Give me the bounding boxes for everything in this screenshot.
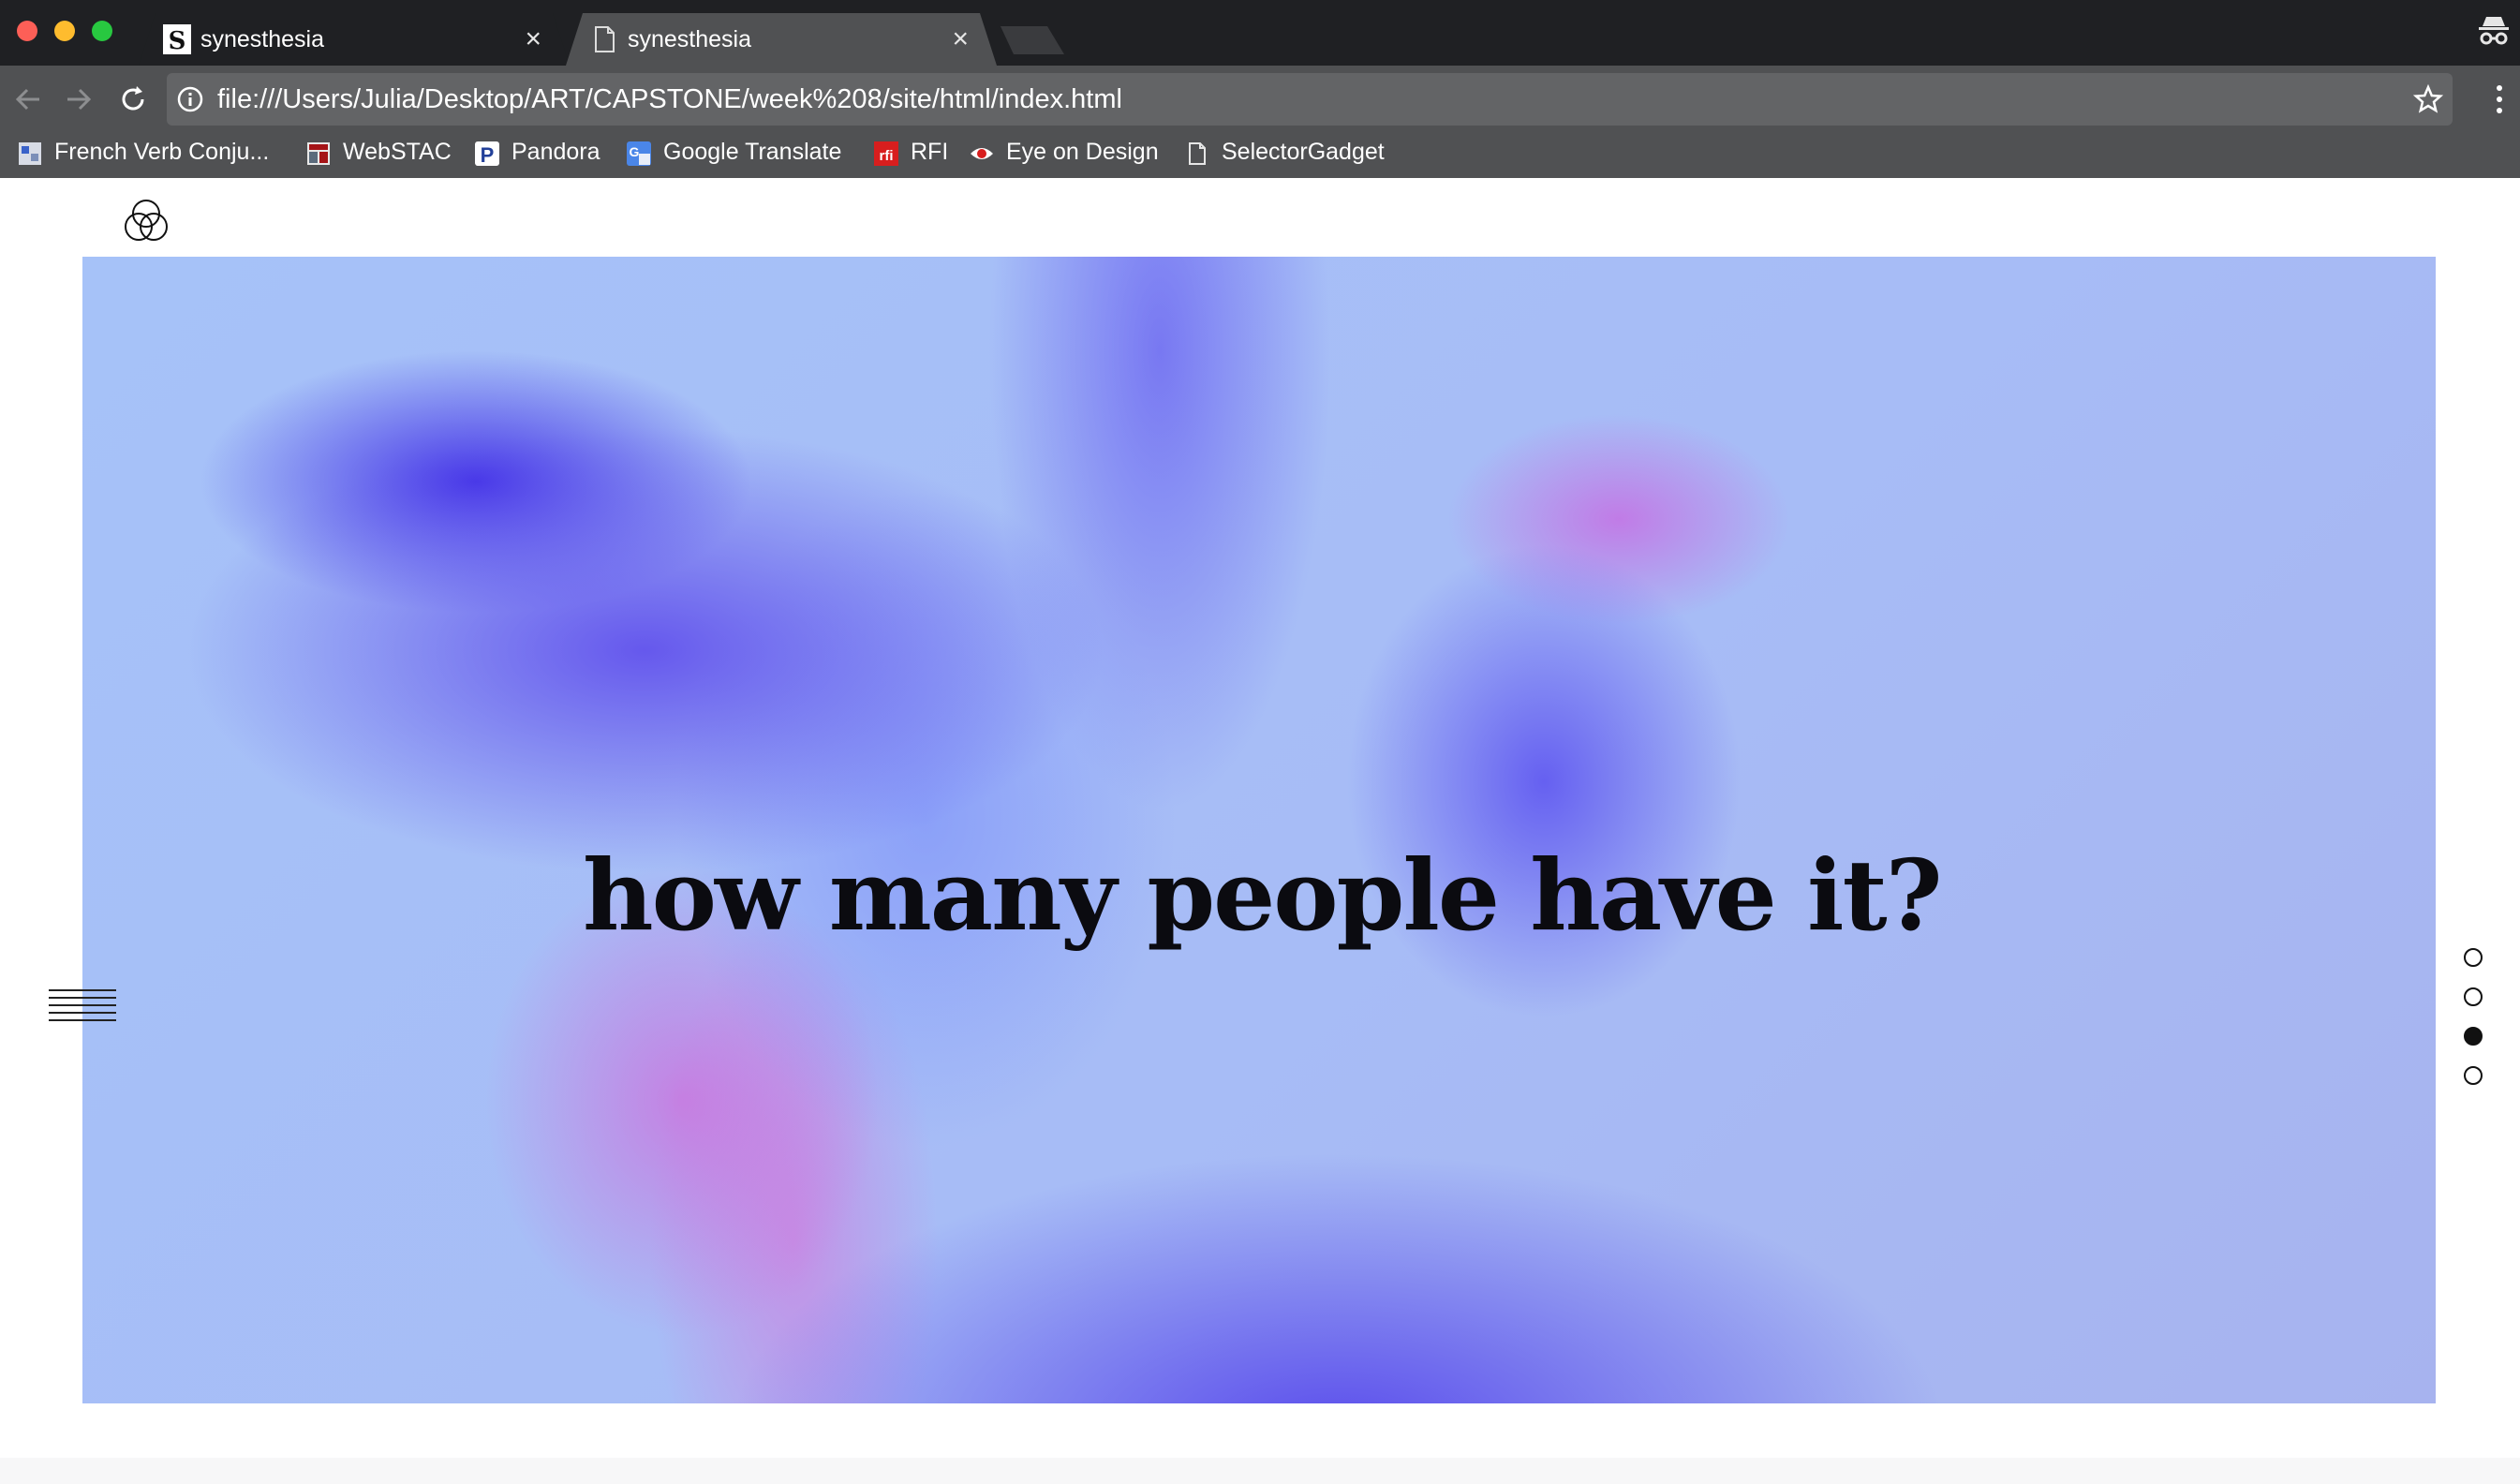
reload-icon[interactable] [116, 82, 150, 116]
eye-icon [971, 148, 993, 159]
browser-tab-2[interactable]: synesthesia × [566, 13, 997, 66]
incognito-icon [2479, 17, 2509, 45]
google-translate-icon: G [627, 141, 651, 166]
close-tab-icon[interactable]: × [952, 13, 969, 66]
hero-headline: how many people have it? [583, 838, 1943, 953]
new-tab-button[interactable] [1001, 26, 1064, 54]
page-icon [595, 26, 615, 52]
web-page: how many people have it? [0, 178, 2520, 1484]
zoom-window-button[interactable] [92, 21, 112, 41]
pagination-dot-4[interactable] [2464, 1066, 2483, 1085]
info-icon[interactable] [176, 85, 204, 113]
svg-text:rfi: rfi [880, 148, 894, 164]
hamburger-menu-icon[interactable] [49, 989, 116, 1027]
pagination-dot-2[interactable] [2464, 987, 2483, 1006]
close-window-button[interactable] [17, 21, 37, 41]
page-icon [1189, 142, 1206, 165]
svg-text:G: G [630, 144, 640, 159]
close-tab-icon[interactable]: × [525, 13, 541, 66]
browser-toolbar: file:///Users/Julia/Desktop/ART/CAPSTONE… [0, 66, 2520, 133]
svg-text:P: P [481, 143, 495, 167]
pagination-dot-1[interactable] [2464, 948, 2483, 967]
svg-text:S: S [169, 27, 186, 54]
browser-titlebar: S synesthesia × synesthesia × [0, 0, 2520, 66]
browser-menu-icon[interactable] [2494, 82, 2505, 116]
page-bottom-edge [0, 1458, 2520, 1484]
section-pagination [2462, 948, 2484, 1089]
s-logo-icon: S [163, 24, 191, 54]
tab-title: synesthesia [628, 26, 752, 52]
url-text[interactable]: file:///Users/Julia/Desktop/ART/CAPSTONE… [217, 73, 1122, 126]
pagination-dot-3-active[interactable] [2464, 1027, 2483, 1046]
tab-title: synesthesia [200, 26, 325, 52]
browser-tab-1[interactable]: S synesthesia × [139, 13, 570, 66]
forward-icon[interactable] [62, 82, 96, 116]
hero-image: how many people have it? [82, 257, 2436, 1403]
webstac-icon [307, 142, 330, 165]
rfi-icon: rfi [874, 141, 898, 166]
conjugation-icon [19, 142, 41, 165]
address-bar[interactable]: file:///Users/Julia/Desktop/ART/CAPSTONE… [167, 73, 2453, 126]
minimize-window-button[interactable] [54, 21, 75, 41]
pandora-icon: P [475, 141, 499, 167]
bookmarks-bar: French Verb Conju... WebSTAC P Pandora G… [0, 133, 2520, 178]
synesthesia-logo-icon[interactable] [120, 195, 172, 247]
bookmark-star-icon[interactable] [2413, 84, 2443, 114]
back-icon[interactable] [11, 82, 45, 116]
